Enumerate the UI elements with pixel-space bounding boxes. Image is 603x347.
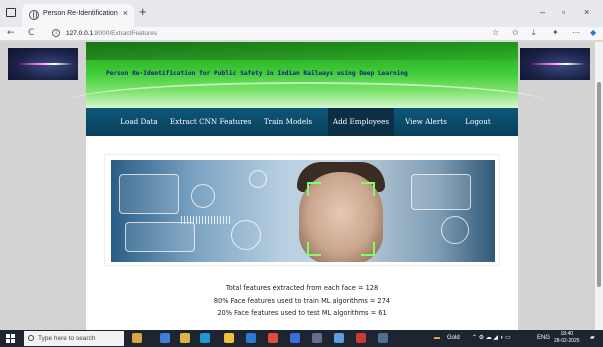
url-path: :8000/ExtractFeatures <box>93 30 158 37</box>
language-indicator[interactable]: ENG <box>537 330 550 347</box>
menu-train-models[interactable]: Train Models <box>258 108 318 136</box>
browser-tab[interactable]: Person Re-Identification × <box>22 4 134 27</box>
download-icon[interactable]: ⤓ <box>532 28 536 38</box>
python-icon[interactable] <box>334 333 344 343</box>
page-title: Person Re-Identification for Public Safe… <box>106 70 408 77</box>
left-banner-decoration <box>8 48 78 80</box>
extensions-icon[interactable]: ✦ <box>552 28 559 37</box>
window-menu-icon[interactable] <box>6 8 16 17</box>
store-icon[interactable] <box>246 333 256 343</box>
menu-logout[interactable]: Logout <box>458 108 498 136</box>
windows-start-icon[interactable] <box>6 334 15 343</box>
word-icon[interactable] <box>290 333 300 343</box>
close-window-button[interactable]: × <box>584 7 589 17</box>
notepad-icon[interactable] <box>378 333 388 343</box>
weather-icon[interactable]: ▬ <box>434 330 440 347</box>
folder-icon[interactable] <box>224 333 234 343</box>
maximize-button[interactable]: ▫ <box>562 7 565 17</box>
page-content: Person Re-Identification for Public Safe… <box>66 42 546 330</box>
new-tab-button[interactable]: + <box>139 4 147 19</box>
address-bar[interactable]: i 127.0.0.1:8000/ExtractFeatures <box>52 28 482 40</box>
notifications-icon[interactable]: ▰ <box>590 330 595 347</box>
feature-stats: Total features extracted from each face … <box>86 282 518 320</box>
edge-browser-icon[interactable] <box>200 333 210 343</box>
back-button[interactable]: ← <box>7 28 15 38</box>
task-view-icon[interactable] <box>160 333 170 343</box>
menu-view-alerts[interactable]: View Alerts <box>398 108 454 136</box>
weather-text[interactable]: Gold <box>447 330 460 347</box>
site-info-icon[interactable]: i <box>52 29 60 38</box>
main-menu: Load Data Extract CNN Features Train Mod… <box>86 108 518 136</box>
web-page: Person Re-Identification for Public Safe… <box>0 42 603 330</box>
browser-nav-bar: ← C i 127.0.0.1:8000/ExtractFeatures ☆ ✩ … <box>0 27 603 41</box>
stat-train-features: 80% Face features used to train ML algor… <box>213 296 391 305</box>
copilot-icon[interactable]: ◆ <box>590 28 596 37</box>
favorites-icon[interactable]: ✩ <box>512 28 519 37</box>
terminal-icon[interactable] <box>312 333 322 343</box>
tab-title: Person Re-Identification <box>43 10 118 17</box>
chrome-icon[interactable] <box>268 333 278 343</box>
stat-total-features: Total features extracted from each face … <box>225 284 379 292</box>
system-tray-icons[interactable]: ⌃ ⚙ ☁ ◢ ◖ ▭ <box>472 330 511 347</box>
browser-tab-bar: Person Re-Identification × + – ▫ × <box>0 0 603 27</box>
more-menu-icon[interactable]: ⋯ <box>572 28 580 37</box>
taskbar: Type here to search ▬ Gold ⌃ ⚙ ☁ ◢ ◖ ▭ E… <box>0 330 603 347</box>
right-banner-decoration <box>520 48 590 80</box>
globe-icon <box>29 10 39 20</box>
reload-button[interactable]: C <box>28 28 34 38</box>
media-player-icon[interactable] <box>356 333 366 343</box>
search-icon <box>28 335 34 341</box>
clock[interactable]: 18:40 28-02-2025 <box>554 331 580 345</box>
header-banner: Person Re-Identification for Public Safe… <box>66 42 546 108</box>
minimize-button[interactable]: – <box>540 7 545 17</box>
face-recognition-image <box>111 160 495 262</box>
menu-load-data[interactable]: Load Data <box>114 108 164 136</box>
scrollbar-thumb[interactable] <box>597 82 601 287</box>
clock-time: 18:40 <box>560 331 574 337</box>
menu-extract-cnn-features[interactable]: Extract CNN Features <box>170 108 252 136</box>
screen: Person Re-Identification × + – ▫ × ← C i… <box>0 0 603 347</box>
file-explorer-icon[interactable] <box>180 333 190 343</box>
image-card <box>104 154 500 266</box>
menu-add-employees[interactable]: Add Employees <box>328 108 394 136</box>
tab-close-button[interactable]: × <box>123 8 128 18</box>
url-host: 127.0.0.1 <box>66 30 94 37</box>
page-scrollbar[interactable] <box>595 42 603 330</box>
stat-test-features: 20% Face features used to test ML algori… <box>217 309 387 317</box>
people-icon[interactable] <box>132 333 142 343</box>
clock-date: 28-02-2025 <box>554 338 580 344</box>
taskbar-search-box[interactable]: Type here to search <box>24 331 124 346</box>
search-placeholder: Type here to search <box>38 335 96 342</box>
favorite-star-icon[interactable]: ☆ <box>492 28 499 37</box>
